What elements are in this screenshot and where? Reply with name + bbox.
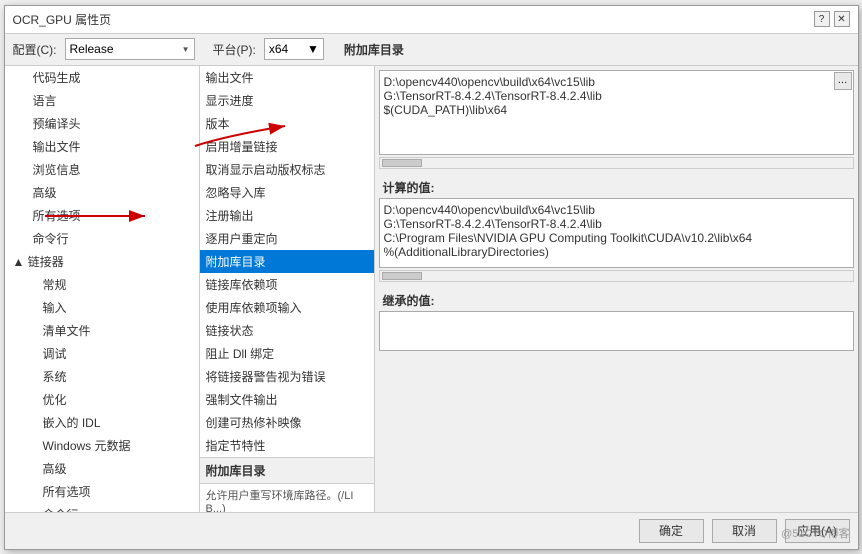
scrollbar-thumb bbox=[382, 159, 422, 167]
content-area: 代码生成 语言 预编译头 输出文件 浏览信息 高级 所有选项 命令行 ▲ 链接器… bbox=[5, 66, 858, 512]
tree-item-cmdline2[interactable]: 命令行 bbox=[5, 503, 199, 512]
main-scrollbar[interactable] bbox=[379, 157, 854, 169]
calc-scrollbar[interactable] bbox=[379, 270, 854, 282]
mid-item-forceout[interactable]: 强制文件输出 bbox=[200, 388, 374, 411]
calc-values-section: 计算的值: D:\opencv440\opencv\build\x64\vc15… bbox=[379, 175, 854, 282]
config-value: Release bbox=[70, 42, 114, 56]
calc-title: 计算的值: bbox=[379, 175, 854, 198]
tree-group-linker[interactable]: ▲ 链接器 bbox=[5, 250, 199, 273]
toolbar: 配置(C): Release ▼ 平台(P): x64 ▼ 附加库目录 bbox=[5, 34, 858, 66]
mid-item-outputfile[interactable]: 输出文件 bbox=[200, 66, 374, 89]
tree-item-normal[interactable]: 常规 bbox=[5, 273, 199, 296]
tree-item-input[interactable]: 输入 bbox=[5, 296, 199, 319]
main-values-section: D:\opencv440\opencv\build\x64\vc15\lib G… bbox=[379, 70, 854, 169]
tree-item-allopts2[interactable]: 所有选项 bbox=[5, 480, 199, 503]
mid-item-linkdeps[interactable]: 链接库依赖项 bbox=[200, 273, 374, 296]
tree-item-codegen[interactable]: 代码生成 bbox=[5, 66, 199, 89]
mid-item-blockdll[interactable]: 阻止 Dll 绑定 bbox=[200, 342, 374, 365]
help-button[interactable]: ? bbox=[814, 11, 830, 27]
mid-item-addlibdir[interactable]: 附加库目录 bbox=[200, 250, 374, 273]
inherited-values-section: 继承的值: bbox=[379, 288, 854, 351]
main-value-1: D:\opencv440\opencv\build\x64\vc15\lib bbox=[384, 75, 849, 89]
tree-item-manifest[interactable]: 清单文件 bbox=[5, 319, 199, 342]
tree-item-all-options[interactable]: 所有选项 bbox=[5, 204, 199, 227]
mid-item-warnaserr[interactable]: 将链接器警告视为错误 bbox=[200, 365, 374, 388]
calc-value-1: D:\opencv440\opencv\build\x64\vc15\lib bbox=[384, 203, 849, 217]
main-values-textbox[interactable]: D:\opencv440\opencv\build\x64\vc15\lib G… bbox=[379, 70, 854, 155]
mid-item-hotpatch[interactable]: 创建可热修补映像 bbox=[200, 411, 374, 434]
tree-item-cmdline[interactable]: 命令行 bbox=[5, 227, 199, 250]
window-title: OCR_GPU 属性页 bbox=[13, 11, 112, 28]
mid-item-peruser[interactable]: 逐用户重定向 bbox=[200, 227, 374, 250]
tree-item-output[interactable]: 输出文件 bbox=[5, 135, 199, 158]
tree-item-optimize[interactable]: 优化 bbox=[5, 388, 199, 411]
tree-item-system[interactable]: 系统 bbox=[5, 365, 199, 388]
mid-item-usedepsinput[interactable]: 使用库依赖项输入 bbox=[200, 296, 374, 319]
ok-button[interactable]: 确定 bbox=[639, 519, 704, 543]
mid-item-regoutput[interactable]: 注册输出 bbox=[200, 204, 374, 227]
tree-item-adv2[interactable]: 高级 bbox=[5, 457, 199, 480]
tree-item-winmeta[interactable]: Windows 元数据 bbox=[5, 434, 199, 457]
mid-item-incremental[interactable]: 启用增量链接 bbox=[200, 135, 374, 158]
platform-value: x64 bbox=[269, 42, 288, 56]
tree-item-embed-idl[interactable]: 嵌入的 IDL bbox=[5, 411, 199, 434]
tree-item-browse[interactable]: 浏览信息 bbox=[5, 158, 199, 181]
config-select[interactable]: Release ▼ bbox=[65, 38, 195, 60]
tree-item-precompiled[interactable]: 预编译头 bbox=[5, 112, 199, 135]
right-panel-header-top: 附加库目录 bbox=[344, 41, 404, 58]
linker-group-label: ▲ 链接器 bbox=[13, 253, 64, 270]
edit-icon-button[interactable]: … bbox=[834, 72, 852, 90]
platform-dropdown-arrow: ▼ bbox=[307, 42, 319, 56]
mid-item-showprog[interactable]: 显示进度 bbox=[200, 89, 374, 112]
config-label: 配置(C): bbox=[13, 41, 57, 58]
mid-item-sectionspec[interactable]: 指定节特性 bbox=[200, 434, 374, 457]
watermark: @51CTO博客 bbox=[781, 525, 849, 541]
main-value-3: $(CUDA_PATH)\lib\x64 bbox=[384, 103, 849, 117]
mid-item-linkstatus[interactable]: 链接状态 bbox=[200, 319, 374, 342]
calc-scrollbar-thumb bbox=[382, 272, 422, 280]
mid-item-suppress[interactable]: 取消显示启动版权标志 bbox=[200, 158, 374, 181]
inherited-values-textbox[interactable] bbox=[379, 311, 854, 351]
calc-value-3: C:\Program Files\NVIDIA GPU Computing To… bbox=[384, 231, 849, 245]
close-button[interactable]: ✕ bbox=[834, 11, 850, 27]
button-row: 确定 取消 应用(A) bbox=[5, 512, 858, 549]
tree-item-advanced[interactable]: 高级 bbox=[5, 181, 199, 204]
cancel-button[interactable]: 取消 bbox=[712, 519, 777, 543]
mid-section-header: 附加库目录 bbox=[200, 457, 374, 484]
mid-item-ignoreimport[interactable]: 忽略导入库 bbox=[200, 181, 374, 204]
mid-item-version[interactable]: 版本 bbox=[200, 112, 374, 135]
dialog-window: OCR_GPU 属性页 ? ✕ 配置(C): Release ▼ 平台(P): … bbox=[4, 5, 859, 550]
main-value-2: G:\TensorRT-8.4.2.4\TensorRT-8.4.2.4\lib bbox=[384, 89, 849, 103]
platform-select[interactable]: x64 ▼ bbox=[264, 38, 324, 60]
calc-values-textbox[interactable]: D:\opencv440\opencv\build\x64\vc15\lib G… bbox=[379, 198, 854, 268]
title-bar: OCR_GPU 属性页 ? ✕ bbox=[5, 6, 858, 34]
mid-section-desc: 允许用户重写环境库路径。(/LIB...) bbox=[200, 484, 374, 512]
tree-item-language[interactable]: 语言 bbox=[5, 89, 199, 112]
calc-value-4: %(AdditionalLibraryDirectories) bbox=[384, 245, 849, 259]
tree-item-debug[interactable]: 调试 bbox=[5, 342, 199, 365]
title-buttons: ? ✕ bbox=[814, 11, 850, 27]
right-panel: D:\opencv440\opencv\build\x64\vc15\lib G… bbox=[375, 66, 858, 512]
left-tree-panel: 代码生成 语言 预编译头 输出文件 浏览信息 高级 所有选项 命令行 ▲ 链接器… bbox=[5, 66, 200, 512]
inherited-title: 继承的值: bbox=[379, 288, 854, 311]
platform-label: 平台(P): bbox=[213, 41, 256, 58]
middle-panel: 输出文件 显示进度 版本 启用增量链接 取消显示启动版权标志 忽略导入库 注册输… bbox=[200, 66, 375, 512]
calc-value-2: G:\TensorRT-8.4.2.4\TensorRT-8.4.2.4\lib bbox=[384, 217, 849, 231]
config-dropdown-arrow: ▼ bbox=[182, 45, 190, 54]
